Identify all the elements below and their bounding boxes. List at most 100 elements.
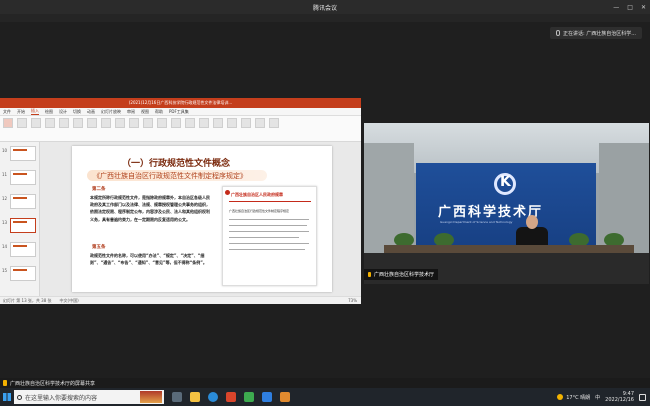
3d-model-icon[interactable] — [101, 118, 111, 128]
slide-heading: （一）行政规范性文件概念 — [122, 159, 231, 169]
symbol-icon[interactable] — [241, 118, 251, 128]
new-slide-icon[interactable] — [3, 118, 13, 128]
article-2-text: 本规定所称行政规范性文件，是指除政府规章外，本自治区各级人民政府及其工作部门以及… — [90, 195, 210, 222]
current-slide[interactable]: （一）行政规范性文件概念 《广西壮族自治区行政规范性文件制定程序规定》 第二条 … — [72, 146, 332, 292]
ppt-workspace: 10 11 12 13 14 15 （一）行政规范性文件概念 《广西壮族自治区行… — [0, 142, 361, 296]
doc-text-line — [229, 237, 299, 238]
logo-letter: K — [500, 174, 511, 190]
close-icon[interactable]: ✕ — [641, 4, 646, 11]
taskbar-search[interactable]: 在这里输入你要搜索的内容 — [14, 390, 164, 404]
ppt-menu-home[interactable]: 开始 — [17, 109, 25, 115]
slide-thumbnail-selected[interactable] — [10, 218, 36, 233]
powerpoint-icon[interactable] — [226, 392, 236, 402]
screenshot-icon[interactable] — [45, 118, 55, 128]
ppt-ribbon — [0, 116, 361, 142]
sun-icon — [557, 394, 564, 400]
wechat-icon[interactable] — [244, 392, 254, 402]
doc-text-line — [229, 231, 309, 232]
language-indicator: 中文(中国) — [59, 297, 79, 303]
header-footer-icon[interactable] — [199, 118, 209, 128]
doc-text-line — [229, 219, 309, 220]
tencent-meeting-icon[interactable] — [262, 392, 272, 402]
slide-thumbnail[interactable] — [10, 242, 36, 257]
chart-icon[interactable] — [129, 118, 139, 128]
ppt-menu-review[interactable]: 审阅 — [127, 109, 135, 115]
maximize-icon[interactable]: □ — [627, 4, 633, 11]
picture-icon[interactable] — [31, 118, 41, 128]
windows-logo-icon — [3, 393, 11, 401]
slide-thumbnail[interactable] — [10, 170, 36, 185]
ppt-menu-draw[interactable]: 绘图 — [45, 109, 53, 115]
album-icon[interactable] — [59, 118, 69, 128]
doc-title: 广西壮族自治区行政规范性文件制定程序规定 — [229, 209, 290, 213]
slide-counter: 幻灯片 第 13 张，共 38 张 — [3, 297, 52, 303]
ppt-menu-insert[interactable]: 插入 — [31, 108, 39, 115]
ppt-menu-design[interactable]: 设计 — [59, 109, 67, 115]
slide-thumbnails: 10 11 12 13 14 15 — [0, 142, 40, 296]
textbox-icon[interactable] — [185, 118, 195, 128]
table-icon[interactable] — [17, 118, 27, 128]
weather-widget[interactable]: 17°C 晴朗 — [557, 394, 590, 401]
microphone-icon — [555, 30, 560, 36]
screen-share-text: 广西壮族自治区科学技术厅的屏幕共享 — [10, 380, 96, 387]
clock-date: 2022/12/16 — [605, 397, 634, 403]
slide-thumbnail[interactable] — [10, 266, 36, 281]
wordart-icon[interactable] — [213, 118, 223, 128]
zoom-level[interactable]: 73% — [348, 298, 357, 303]
ppt-menu-animations[interactable]: 动画 — [87, 109, 95, 115]
app-titlebar: 腾讯会议 — □ ✕ — [0, 0, 650, 14]
thumb-number: 11 — [2, 172, 8, 177]
notification-icon[interactable] — [639, 393, 646, 401]
article-2-label: 第二条 — [92, 187, 106, 192]
doc-text-line — [229, 225, 307, 226]
system-clock[interactable]: 9:47 2022/12/16 — [605, 391, 634, 403]
taskbar-apps — [172, 392, 290, 402]
thumb-number: 14 — [2, 244, 8, 249]
slide-thumbnail[interactable] — [10, 146, 36, 161]
link-icon[interactable] — [143, 118, 153, 128]
icons-icon[interactable] — [87, 118, 97, 128]
shapes-icon[interactable] — [73, 118, 83, 128]
task-view-icon[interactable] — [172, 392, 182, 402]
comment-icon[interactable] — [171, 118, 181, 128]
slide-subtitle: 《广西壮族自治区行政规范性文件制定程序规定》 — [87, 170, 267, 181]
ppt-menu-view[interactable]: 视图 — [141, 109, 149, 115]
ppt-menu-slideshow[interactable]: 幻灯片放映 — [101, 109, 121, 115]
ppt-status-bar: 幻灯片 第 13 张，共 38 张 中文(中国) 73% — [0, 296, 361, 304]
ppt-menu-transitions[interactable]: 切换 — [73, 109, 81, 115]
ppt-menu-help[interactable]: 帮助 — [155, 109, 163, 115]
search-icon — [17, 394, 22, 400]
slide-thumbnail[interactable] — [10, 194, 36, 209]
participant-video[interactable]: K 广西科学技术厅 Guangxi Department of Science … — [364, 123, 649, 284]
start-button[interactable] — [0, 388, 14, 406]
app-icon[interactable] — [280, 392, 290, 402]
ppt-menu-file[interactable]: 文件 — [3, 109, 11, 115]
thumb-number: 12 — [2, 196, 8, 201]
file-explorer-icon[interactable] — [190, 392, 200, 402]
participant-name: 广西壮族自治区科学技术厅 — [374, 272, 435, 278]
backdrop-english: Guangxi Department of Science and Techno… — [440, 220, 513, 224]
audio-icon[interactable] — [269, 118, 279, 128]
video-icon[interactable] — [255, 118, 265, 128]
doc-text-line — [229, 243, 309, 244]
search-highlight-image — [140, 391, 162, 403]
regulation-document-image: 广西壮族自治区人民政府规章 广西壮族自治区行政规范性文件制定程序规定 — [222, 186, 317, 286]
speaking-indicator: 正在讲话: 广西壮族自治区科学... — [549, 27, 642, 39]
equation-icon[interactable] — [227, 118, 237, 128]
action-icon[interactable] — [157, 118, 167, 128]
edge-icon[interactable] — [208, 392, 218, 402]
language-indicator[interactable]: 中 — [595, 394, 600, 401]
doc-header: 广西壮族自治区人民政府规章 — [231, 192, 283, 197]
speaking-text: 正在讲话: 广西壮族自治区科学... — [562, 30, 636, 37]
minimize-icon[interactable]: — — [613, 4, 619, 11]
doc-text-line — [229, 249, 305, 250]
ppt-title: (2021)12月16日广西科技学院行政规范性文件法律培训... — [128, 100, 233, 105]
thumb-number: 13 — [2, 220, 8, 225]
doc-rule — [229, 201, 311, 202]
national-emblem-icon — [225, 190, 230, 195]
ppt-menu-pdf[interactable]: PDF工具集 — [169, 109, 189, 115]
thumb-number: 15 — [2, 268, 8, 273]
ppt-title-bar: (2021)12月16日广西科技学院行政规范性文件法律培训... — [0, 98, 361, 108]
microphone-active-icon — [368, 272, 371, 277]
smartart-icon[interactable] — [115, 118, 125, 128]
